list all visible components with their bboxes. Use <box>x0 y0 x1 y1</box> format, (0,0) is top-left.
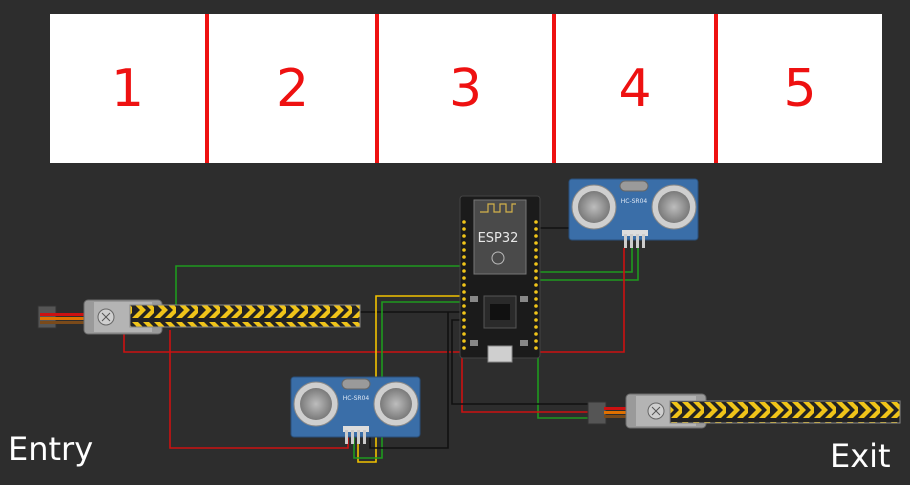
wire-green2-sensor1[interactable] <box>538 248 639 281</box>
sensor-2-label: HC-SR04 <box>343 395 370 402</box>
wire-green-sensor1[interactable] <box>538 248 633 273</box>
entry-barrier-servo[interactable] <box>37 299 361 335</box>
ultrasonic-sensor-2[interactable]: HC-SR04 <box>290 376 421 444</box>
esp32-board[interactable]: ESP32 <box>459 195 541 363</box>
wire-green-exit[interactable] <box>537 346 590 419</box>
esp32-chip-label: ESP32 <box>478 231 519 246</box>
ultrasonic-sensor-1[interactable]: HC-SR04 <box>568 178 699 248</box>
circuit-diagram: ESP32 HC-SR04 HC-SR04 <box>37 178 901 463</box>
sensor-1-label: HC-SR04 <box>621 198 648 205</box>
circuit-canvas: 1 2 3 4 5 ESP32 HC-SR04 HC-SR04 Entry Ex… <box>0 0 910 485</box>
wire-red-exit[interactable] <box>461 352 590 413</box>
exit-barrier-servo[interactable] <box>587 393 901 429</box>
usb-port <box>487 345 513 363</box>
exit-label: Exit <box>830 437 891 475</box>
entry-label: Entry <box>8 430 94 468</box>
wire-green-entry[interactable] <box>175 265 462 305</box>
